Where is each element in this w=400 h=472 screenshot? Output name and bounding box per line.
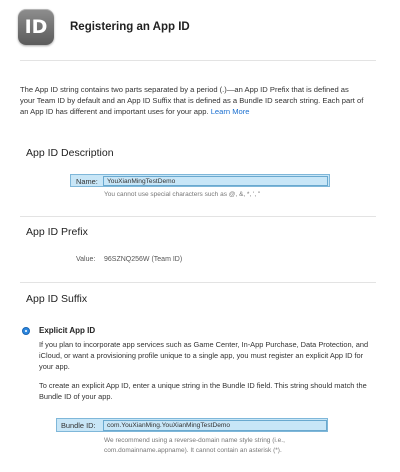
name-field-label: Name:	[76, 177, 98, 186]
explicit-app-id-description: If you plan to incorporate app services …	[39, 340, 369, 371]
section-title-suffix: App ID Suffix	[26, 293, 88, 305]
explicit-app-id-radio[interactable]	[22, 327, 30, 335]
intro-text: The App ID string contains two parts sep…	[20, 84, 365, 117]
name-input[interactable]: YouXianMingTestDemo	[103, 176, 328, 186]
bundle-id-field-row: Bundle ID: com.YouXianMing.YouXianMingTe…	[56, 418, 328, 432]
bundle-id-input[interactable]: com.YouXianMing.YouXianMingTestDemo	[103, 420, 327, 431]
prefix-value-label: Value:	[76, 256, 96, 263]
bundle-id-label: Bundle ID:	[61, 421, 96, 430]
page-title: Registering an App ID	[70, 21, 190, 33]
learn-more-link[interactable]: Learn More	[211, 107, 250, 116]
intro-paragraph: The App ID string contains two parts sep…	[20, 85, 364, 116]
prefix-value: 96SZNQ256W (Team ID)	[104, 256, 183, 263]
name-field-hint: You cannot use special characters such a…	[104, 191, 261, 198]
section-divider	[20, 216, 376, 217]
explicit-app-id-title: Explicit App ID	[39, 326, 96, 335]
section-divider	[20, 282, 376, 283]
app-id-icon: ID	[18, 9, 54, 45]
section-title-description: App ID Description	[26, 147, 114, 159]
name-field-row: Name: YouXianMingTestDemo	[70, 174, 330, 187]
bundle-id-hint-line1: We recommend using a reverse-domain name…	[104, 437, 285, 444]
section-title-prefix: App ID Prefix	[26, 226, 88, 238]
explicit-app-id-instructions: To create an explicit App ID, enter a un…	[39, 381, 367, 401]
header-divider	[20, 60, 376, 61]
bundle-id-hint-line2: com.domainname.appname). It cannot conta…	[104, 447, 282, 454]
